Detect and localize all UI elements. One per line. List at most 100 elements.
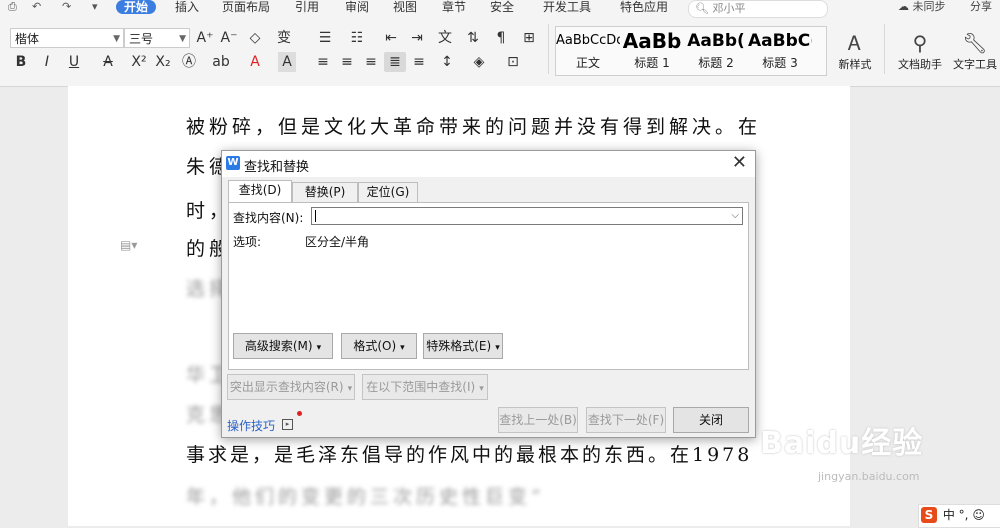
format-button[interactable]: 格式(O) ▾ (341, 333, 417, 359)
cloud-icon: ☁ (898, 0, 909, 13)
align-center-icon[interactable]: ≡ (338, 52, 356, 72)
style-heading-2[interactable]: AaBb( 标题 2 (684, 28, 748, 72)
wps-logo-icon: W (226, 156, 240, 170)
options-value: 区分全/半角 (305, 235, 370, 249)
font-name-select[interactable]: 楷体 ▼ (10, 28, 124, 48)
highlight-all-button[interactable]: 突出显示查找内容(R) ▾ (227, 374, 355, 400)
strikethrough-icon[interactable]: A (96, 52, 120, 72)
close-icon[interactable]: ✕ (732, 152, 747, 173)
style-sample: AaBb (622, 29, 682, 53)
highlight-icon[interactable]: ab (210, 52, 232, 72)
line-spacing-icon[interactable]: ↕ (438, 52, 456, 72)
menu-tab-chapter[interactable]: 章节 (442, 0, 466, 14)
doc-helper-button[interactable]: ⚲ 文档助手 (894, 30, 946, 72)
sync-status-label: 未同步 (912, 0, 946, 13)
text-caret (315, 210, 316, 222)
sort-icon[interactable]: ⇅ (464, 28, 482, 48)
text-tools-label: 文字工具 (953, 58, 997, 71)
bullet-list-icon[interactable]: ☰ (314, 28, 336, 48)
chevron-down-icon: ▾ (347, 384, 353, 394)
subscript-icon[interactable]: X₂ (154, 52, 172, 72)
underline-icon[interactable]: U (62, 52, 86, 72)
style-name: 正文 (575, 56, 600, 70)
sync-status[interactable]: ☁ 未同步 (898, 0, 946, 14)
menu-tab-review[interactable]: 审阅 (345, 0, 369, 14)
text-effect-icon[interactable]: Ⓐ (180, 52, 198, 72)
menu-tab-insert[interactable]: 插入 (175, 0, 199, 14)
notification-dot (297, 411, 302, 416)
dialog-titlebar[interactable]: W 查找和替换 ✕ (222, 151, 755, 177)
redo-icon[interactable]: ↷ (62, 0, 71, 13)
clear-format-icon[interactable]: ◇ (246, 28, 264, 48)
dialog-title: 查找和替换 (244, 160, 310, 175)
grow-font-icon[interactable]: A⁺ (196, 28, 214, 48)
style-heading-3[interactable]: AaBbC( 标题 3 (748, 28, 812, 72)
align-left-icon[interactable]: ≡ (314, 52, 332, 72)
table-icon[interactable]: ⊞ (520, 28, 538, 48)
shrink-font-icon[interactable]: A⁻ (220, 28, 238, 48)
chinese-layout-icon[interactable]: 文 (436, 28, 454, 48)
find-input[interactable]: ⌵ (311, 207, 743, 225)
find-next-button[interactable]: 查找下一处(F) (586, 407, 666, 433)
baidu-watermark: Baidu经验 (760, 418, 923, 462)
tips-link[interactable]: 操作技巧 (227, 417, 275, 434)
align-right-icon[interactable]: ≡ (362, 52, 380, 72)
style-name: 标题 1 (634, 56, 670, 70)
find-in-button[interactable]: 在以下范围中查找(I) ▾ (362, 374, 488, 400)
find-in-label: 在以下范围中查找(I) (366, 380, 476, 394)
font-name-value: 楷体 (15, 32, 40, 46)
menu-tab-view[interactable]: 视图 (393, 0, 417, 14)
borders-icon[interactable]: ⊡ (502, 52, 524, 72)
bold-icon[interactable]: B (12, 52, 30, 72)
menu-tab-references[interactable]: 引用 (295, 0, 319, 14)
toolbar-separator (548, 24, 549, 74)
menu-tab-features[interactable]: 特色应用 (620, 0, 668, 14)
print-preview-icon[interactable]: ⎙ (8, 0, 17, 14)
tab-find[interactable]: 查找(D) (228, 180, 292, 202)
doc-helper-label: 文档助手 (898, 58, 942, 71)
advanced-search-button[interactable]: 高级搜索(M) ▾ (233, 333, 333, 359)
punctuation-icon: °, (958, 508, 969, 522)
ime-toolbar[interactable]: S 中 °, ☺ (918, 504, 1000, 528)
paragraph-layout-icon[interactable]: ▤▾ (120, 238, 137, 252)
ime-mode-label: 中 (942, 508, 955, 522)
style-heading-1[interactable]: AaBb 标题 1 (620, 28, 684, 72)
find-previous-button[interactable]: 查找上一处(B) (498, 407, 578, 433)
menu-tab-developer[interactable]: 开发工具 (543, 0, 591, 14)
italic-icon[interactable]: I (38, 52, 56, 72)
superscript-icon[interactable]: X² (130, 52, 148, 72)
menu-tab-page-layout[interactable]: 页面布局 (222, 0, 270, 14)
tab-replace[interactable]: 替换(P) (292, 182, 358, 202)
increase-indent-icon[interactable]: ⇥ (408, 28, 426, 48)
video-play-icon[interactable]: ▸ (282, 419, 293, 430)
show-marks-icon[interactable]: ¶ (492, 28, 510, 48)
style-sample: AaBbC( (748, 31, 812, 51)
chevron-down-icon: ▼ (179, 34, 186, 44)
menu-tab-security[interactable]: 安全 (490, 0, 514, 14)
phonetic-guide-icon[interactable]: 变 (272, 28, 296, 48)
new-style-button[interactable]: Ꭺ 新样式 (832, 30, 878, 72)
share-button[interactable]: 分享 (970, 0, 992, 14)
text-tools-button[interactable]: 🔧︎ 文字工具 (950, 30, 1000, 72)
decrease-indent-icon[interactable]: ⇤ (382, 28, 400, 48)
customize-chevron-icon[interactable]: ▾ (92, 0, 98, 13)
numbered-list-icon[interactable]: ☷ (346, 28, 368, 48)
close-button[interactable]: 关闭 (673, 407, 749, 433)
document-line: 年，他们的变更的三次历史性巨变” (186, 486, 545, 508)
font-size-select[interactable]: 三号 ▼ (124, 28, 190, 48)
sogou-icon: S (921, 507, 937, 523)
highlight-all-label: 突出显示查找内容(R) (229, 380, 344, 394)
command-search-box[interactable]: 🔍︎ 邓小平 (688, 0, 828, 18)
menu-tab-home[interactable]: 开始 (116, 0, 157, 14)
font-color-icon[interactable]: A (246, 52, 264, 72)
justify-icon[interactable]: ≣ (384, 52, 406, 72)
undo-icon[interactable]: ↶ (32, 0, 41, 13)
distributed-align-icon[interactable]: ≡ (410, 52, 428, 72)
style-normal[interactable]: AaBbCcDd 正文 (556, 28, 620, 72)
document-line: 被粉碎，但是文化大革命带来的问题并没有得到解决。在 (186, 116, 762, 138)
paragraph-shading-icon[interactable]: ◈ (468, 52, 490, 72)
chevron-down-icon[interactable]: ⌵ (731, 208, 739, 224)
char-shading-icon[interactable]: A (278, 52, 296, 72)
special-format-button[interactable]: 特殊格式(E) ▾ (423, 333, 503, 359)
tab-goto[interactable]: 定位(G) (358, 182, 418, 202)
